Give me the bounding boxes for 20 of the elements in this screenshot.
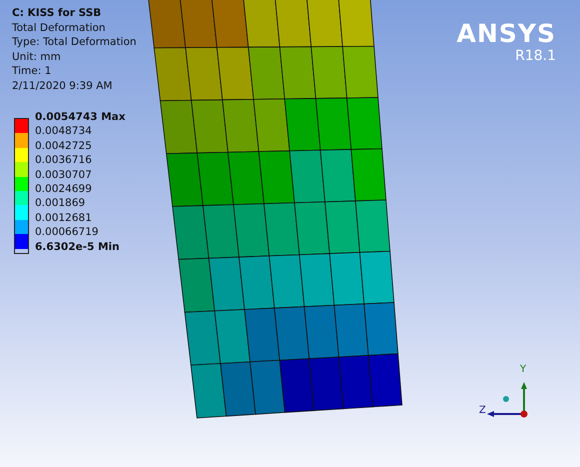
y-axis-label: Y [520,364,526,375]
logo-text: ANSYS [456,20,556,48]
legend-value: 0.00066719 [35,225,100,240]
legend-value: 0.001869 [35,196,86,211]
legend-value: 0.0030707 [35,168,93,182]
result-info-text: 2/11/2020 9:39 AM [12,78,114,93]
legend-value: 0.0024699 [35,182,93,196]
result-info-text: Total Deformation [12,20,106,35]
legend-value: 0.0042725 [35,138,93,154]
legend-value: 0.0054743 Max [35,110,126,124]
legend-value: 0.0012681 [35,210,93,226]
result-info-text: Type: Total Deformation [12,35,136,50]
version-text: R18.1 [515,48,556,64]
result-info-text: Time: 1 [12,64,52,78]
legend-value: 0.0036716 [35,153,93,168]
legend-value: 0.0048734 [35,124,93,139]
result-info-text: Unit: mm [12,50,62,64]
model-title: C: KISS for SSB [12,6,102,20]
legend-value: 6.6302e-5 Min [35,240,120,254]
z-axis-label: Z [479,405,486,416]
